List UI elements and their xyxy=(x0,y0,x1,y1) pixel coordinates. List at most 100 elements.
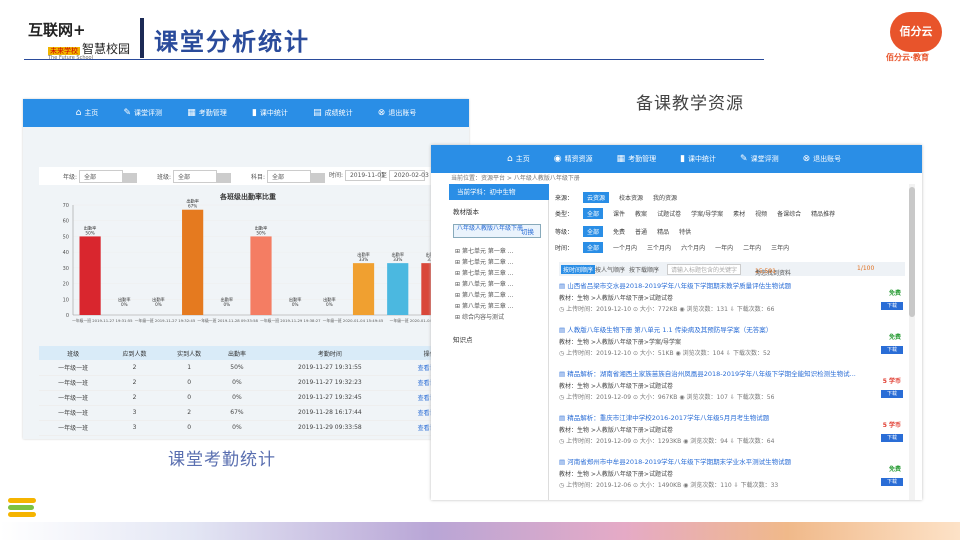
grade-filter[interactable]: 年级: 全部 xyxy=(63,170,137,183)
nav-label: 成绩统计 xyxy=(324,109,353,117)
resource-icon: ◉ xyxy=(553,154,562,164)
source-option[interactable]: 我的资源 xyxy=(653,193,677,202)
chapter-tree-item[interactable]: ⊞ 第八单元 第三章 ... xyxy=(455,301,513,310)
download-button[interactable]: 下载 xyxy=(881,346,903,354)
time-option[interactable]: 三个月内 xyxy=(647,243,671,252)
table-cell: 2019-11-27 19:32:45 xyxy=(257,390,403,406)
type-option[interactable]: 素材 xyxy=(733,209,745,218)
class-filter[interactable]: 班级: 全部 xyxy=(157,170,231,183)
sort-by-downloads[interactable]: 按下载顺序 xyxy=(629,265,659,274)
table-row: 一年级一班 3 0 0% 2019-11-29 09:33:58 查看详情 xyxy=(39,420,457,436)
left-nav-2[interactable]: ▦ 考勤管理 xyxy=(187,108,227,118)
resource-title-link[interactable]: ▤ 精品解析：重庆市江津中学校2016-2017学年八年级5月月考生物试题 xyxy=(559,412,769,422)
time-filter-row: 时间： 全部 一个月内 三个月内 六个月内 一年内 二年内 三年内 xyxy=(555,242,789,253)
left-nav-0[interactable]: ⌂ 主页 xyxy=(76,108,99,118)
keyword-search-input[interactable]: 请输入标题包含的关键字 xyxy=(667,264,742,275)
right-nav-5[interactable]: ⊗ 退出账号 xyxy=(803,154,842,164)
brand-subtitle: 佰分云·教育 xyxy=(886,53,930,62)
grade-option[interactable]: 全部 xyxy=(583,226,604,237)
grade-option[interactable]: 普通 xyxy=(635,227,647,236)
type-option[interactable]: 教案 xyxy=(635,209,647,218)
time-option[interactable]: 全部 xyxy=(583,242,604,253)
resource-price: 免费 xyxy=(888,466,901,473)
resource-title-link[interactable]: ▤ 人教版八年级生物下册 第八单元 1.1 传染病及其预防导学案（无答案） xyxy=(559,324,772,334)
time-filter[interactable]: 时间: 2019-11-01至 2020-02-03 xyxy=(329,170,429,181)
logout-icon: ⊗ xyxy=(377,108,386,118)
file-icon: ▤ xyxy=(559,458,568,466)
knowledge-point-label[interactable]: 知识点 xyxy=(453,334,473,344)
grade-option[interactable]: 特供 xyxy=(679,227,691,236)
download-button[interactable]: 下载 xyxy=(881,434,903,442)
resource-title-link[interactable]: ▤ 河南省郑州市中牟县2018-2019学年八年级下学期期末学业水平测试生物试题 xyxy=(559,456,791,466)
attendance-table: 班级 应到人数 实到人数 出勤率 考勤时间 操作 一年级一班 2 1 50% 2019-11-27… xyxy=(39,346,457,436)
switch-textbook-button[interactable]: 切换 xyxy=(521,226,534,236)
chapter-tree-item[interactable]: ⊞ 第七单元 第二章 ... xyxy=(455,257,513,266)
right-nav-1[interactable]: ◉ 精资资源 xyxy=(554,154,593,164)
left-nav-3[interactable]: ▮ 课中统计 xyxy=(252,108,288,118)
chapter-tree-item[interactable]: ⊞ 第八单元 第二章 ... xyxy=(455,290,513,299)
time-option[interactable]: 一年内 xyxy=(715,243,733,252)
chapter-tree-item[interactable]: ⊞ 第八单元 第一章 ... xyxy=(455,279,513,288)
resource-title-link[interactable]: ▤ 精品解析：湖南省湘西土家族苗族自治州凤凰县2018-2019学年八年级下学期… xyxy=(559,368,856,378)
bar-chart-icon: ▮ xyxy=(680,154,686,164)
bar-value-label: 0% xyxy=(223,302,230,307)
table-cell: 0% xyxy=(216,420,258,436)
attendance-panel: ⌂ 主页 ✎ 课堂评测 ▦ 考勤管理 ▮ 课中统计 ▤ 成绩统计 ⊗ 退出账号 年级: 全部 班级: … xyxy=(23,99,469,439)
logout-icon: ⊗ xyxy=(802,154,811,164)
left-nav-4[interactable]: ▤ 成绩统计 xyxy=(313,108,353,118)
time-option[interactable]: 六个月内 xyxy=(681,243,705,252)
type-option[interactable]: 备课综合 xyxy=(777,209,801,218)
header-divider xyxy=(140,18,144,58)
right-nav-4[interactable]: ✎ 课堂评测 xyxy=(740,154,779,164)
download-button[interactable]: 下载 xyxy=(881,390,903,398)
type-option[interactable]: 视频 xyxy=(755,209,767,218)
resource-title-link[interactable]: ▤ 山西省吕梁市交水县2018-2019学年八年级下学期期末教学质量评估生物试题 xyxy=(559,280,791,290)
time-option[interactable]: 二年内 xyxy=(743,243,761,252)
left-nav-5[interactable]: ⊗ 退出账号 xyxy=(378,108,417,118)
download-icon: ⇩ xyxy=(726,350,733,357)
resource-info: ◷ 上传时间：2019-12-09 ⊙ 大小：1293KB ◉ 浏览次数：94 … xyxy=(559,438,775,445)
type-option[interactable]: 精品推荐 xyxy=(811,209,835,218)
chapter-tree-item[interactable]: ⊞ 第七单元 第一章 ... xyxy=(455,246,513,255)
download-button[interactable]: 下载 xyxy=(881,302,903,310)
left-nav-1[interactable]: ✎ 课堂评测 xyxy=(124,108,163,118)
scrollbar-thumb[interactable] xyxy=(909,187,915,317)
right-nav-2[interactable]: ▦ 考勤管理 xyxy=(617,154,657,164)
source-option[interactable]: 校本资源 xyxy=(619,193,643,202)
subject-filter[interactable]: 科目: 全部 xyxy=(251,170,325,183)
grade-option[interactable]: 免费 xyxy=(613,227,625,236)
source-option[interactable]: 云资源 xyxy=(583,192,610,203)
chapter-tree-item[interactable]: ⊞ 综合内容与测试 xyxy=(455,312,504,321)
nav-label: 考勤管理 xyxy=(198,109,227,117)
attendance-chart: 各班级出勤率比重010203040506070出勤率50%出勤率0%出勤率0%出… xyxy=(63,192,449,323)
table-cell: 3 xyxy=(107,420,162,436)
sort-by-time[interactable]: 按时间顺序 xyxy=(561,265,596,274)
chapter-tree-item[interactable]: ⊞ 第七单元 第三章 ... xyxy=(455,268,513,277)
y-tick-label: 40 xyxy=(63,250,69,256)
time-option[interactable]: 三年内 xyxy=(771,243,789,252)
resource-price: 免费 xyxy=(888,290,901,297)
bar-value-label: 0% xyxy=(155,302,162,307)
type-option[interactable]: 学案/导学案 xyxy=(691,209,723,218)
resource-meta: 教材：生物 >人教版八年级下册>试题试卷 xyxy=(559,383,673,390)
table-cell: 0 xyxy=(161,390,217,406)
nav-label: 考勤管理 xyxy=(628,155,657,163)
chapter-label: 综合内容与测试 xyxy=(461,314,504,321)
table-cell: 0 xyxy=(161,420,217,436)
resource-info: ◷ 上传时间：2019-12-09 ⊙ 大小：967KB ◉ 浏览次数：107 … xyxy=(559,394,775,401)
right-nav-3[interactable]: ▮ 课中统计 xyxy=(680,154,716,164)
grade-option[interactable]: 精品 xyxy=(657,227,669,236)
home-icon: ⌂ xyxy=(507,154,513,164)
right-nav-0[interactable]: ⌂ 主页 xyxy=(507,154,530,164)
download-button[interactable]: 下载 xyxy=(881,478,903,486)
table-row: 一年级一班 2 0 0% 2019-11-27 19:32:45 查看详情 xyxy=(39,390,457,406)
download-icon: ⇩ xyxy=(729,394,737,401)
type-option[interactable]: 全部 xyxy=(583,208,604,219)
type-option[interactable]: 课件 xyxy=(613,209,625,218)
type-option[interactable]: 试题试卷 xyxy=(657,209,681,218)
expand-icon: ⊞ xyxy=(455,259,462,266)
time-option[interactable]: 一个月内 xyxy=(613,243,637,252)
bottom-gradient-band xyxy=(0,522,960,540)
sort-by-popularity[interactable]: 按人气顺序 xyxy=(595,265,625,274)
current-subject[interactable]: 当前学科：初中生物 xyxy=(449,184,549,200)
